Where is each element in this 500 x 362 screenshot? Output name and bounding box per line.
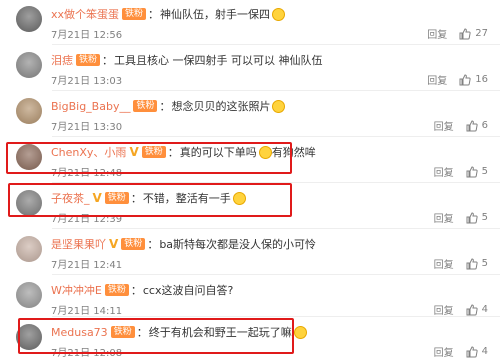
- comment-text: ba斯特每次都是没人保的小可怜: [159, 238, 317, 251]
- like-button[interactable]: 27: [459, 27, 488, 40]
- colon: ：: [147, 238, 159, 251]
- comment-line: W冲冲冲E 铁粉： ccx这波自问自答?: [51, 282, 233, 298]
- comment-line: xx做个笨蛋蛋 铁粉：神仙队伍，射手一保四: [51, 6, 286, 22]
- username[interactable]: BigBig_Baby__: [51, 100, 130, 113]
- comment-item: W冲冲冲E 铁粉： ccx这波自问自答? 7月21日 14:11 回复 4: [0, 274, 500, 320]
- comment-text: 神仙队伍，射手一保四: [160, 8, 271, 21]
- like-count: 5: [481, 258, 488, 269]
- comment-actions: 回复 27: [427, 26, 488, 41]
- comment-item: 是坚果果吖 V 铁粉： ba斯特每次都是没人保的小可怜 7月21日 12:41 回复 5: [0, 228, 500, 274]
- thumbs-up-icon: [466, 303, 478, 315]
- like-count: 4: [481, 304, 488, 315]
- colon: ：: [148, 8, 160, 21]
- like-button[interactable]: 6: [466, 119, 488, 132]
- avatar-image: [16, 98, 42, 124]
- like-button[interactable]: 5: [466, 165, 488, 178]
- reply-button[interactable]: 回复: [434, 118, 454, 133]
- verified-icon: V: [109, 237, 119, 251]
- highlight-box: [6, 142, 292, 174]
- reply-button[interactable]: 回复: [434, 302, 454, 317]
- like-button[interactable]: 4: [466, 345, 488, 358]
- thumbs-up-icon: [466, 345, 478, 357]
- like-count: 4: [481, 346, 488, 357]
- reply-button[interactable]: 回复: [434, 164, 454, 179]
- thumbs-up-icon: [459, 73, 471, 85]
- timestamp: 7月21日 12:56: [51, 30, 123, 41]
- divider: [52, 228, 500, 229]
- fan-badge: 铁粉: [122, 8, 147, 20]
- divider: [52, 44, 500, 45]
- comment-actions: 回复 5: [434, 164, 488, 179]
- colon: ：: [159, 100, 171, 113]
- comment-actions: 回复 6: [434, 118, 488, 133]
- timestamp: 7月21日 13:30: [51, 122, 123, 133]
- divider: [52, 316, 500, 317]
- username[interactable]: 是坚果果吖: [51, 236, 106, 252]
- comment-line: 泪痣 铁粉：工具且核心 一保四射手 可以可以 神仙队伍: [51, 52, 323, 68]
- timestamp: 7月21日 12:41: [51, 260, 123, 271]
- fan-badge: 铁粉: [133, 100, 158, 112]
- emoji-icon: [272, 99, 286, 113]
- reply-button[interactable]: 回复: [427, 72, 447, 87]
- comment-actions: 回复 4: [434, 344, 488, 359]
- reply-button[interactable]: 回复: [434, 210, 454, 225]
- fan-badge: 铁粉: [76, 54, 101, 66]
- avatar[interactable]: [16, 98, 42, 124]
- comment-actions: 回复 16: [427, 72, 488, 87]
- comment-text: ccx这波自问自答?: [142, 284, 234, 297]
- avatar[interactable]: [16, 52, 42, 78]
- username[interactable]: W冲冲冲E: [51, 282, 102, 298]
- comment-text: 想念贝贝的这张照片: [171, 100, 271, 113]
- comment-item: 泪痣 铁粉：工具且核心 一保四射手 可以可以 神仙队伍 7月21日 13:03 回复 1…: [0, 44, 500, 90]
- avatar[interactable]: [16, 282, 42, 308]
- comment-line: 是坚果果吖 V 铁粉： ba斯特每次都是没人保的小可怜: [51, 236, 316, 252]
- username[interactable]: xx做个笨蛋蛋: [51, 6, 119, 22]
- emoji-icon: [293, 325, 307, 339]
- thumbs-up-icon: [459, 27, 471, 39]
- comment-item: BigBig_Baby__ 铁粉：想念贝贝的这张照片 7月21日 13:30 回复 6: [0, 90, 500, 136]
- thumbs-up-icon: [466, 257, 478, 269]
- like-count: 16: [475, 74, 488, 85]
- like-button[interactable]: 5: [466, 257, 488, 270]
- thumbs-up-icon: [466, 119, 478, 131]
- highlight-box: [18, 318, 294, 354]
- reply-button[interactable]: 回复: [434, 256, 454, 271]
- colon: ：: [102, 54, 114, 67]
- avatar-image: [16, 52, 42, 78]
- divider: [52, 274, 500, 275]
- reply-button[interactable]: 回复: [427, 26, 447, 41]
- comment-item: xx做个笨蛋蛋 铁粉：神仙队伍，射手一保四 7月21日 12:56 回复 27: [0, 0, 500, 44]
- comment-actions: 回复 5: [434, 256, 488, 271]
- like-count: 5: [481, 212, 488, 223]
- divider: [52, 90, 500, 91]
- fan-badge: 铁粉: [104, 284, 129, 296]
- comment-actions: 回复 4: [434, 302, 488, 317]
- emoji-icon: [272, 7, 286, 21]
- avatar[interactable]: [16, 236, 42, 262]
- like-button[interactable]: 5: [466, 211, 488, 224]
- comment-text: 工具且核心 一保四射手 可以可以 神仙队伍: [114, 54, 323, 67]
- reply-button[interactable]: 回复: [434, 344, 454, 359]
- thumbs-up-icon: [466, 165, 478, 177]
- timestamp: 7月21日 13:03: [51, 76, 123, 87]
- like-button[interactable]: 16: [459, 73, 488, 86]
- avatar-image: [16, 282, 42, 308]
- avatar-image: [16, 236, 42, 262]
- timestamp: 7月21日 14:11: [51, 306, 123, 317]
- like-count: 5: [481, 166, 488, 177]
- fan-badge: 铁粉: [121, 238, 146, 250]
- comment-line: BigBig_Baby__ 铁粉：想念贝贝的这张照片: [51, 98, 286, 114]
- avatar[interactable]: [16, 6, 42, 32]
- like-button[interactable]: 4: [466, 303, 488, 316]
- like-count: 27: [475, 28, 488, 39]
- like-count: 6: [481, 120, 488, 131]
- thumbs-up-icon: [466, 211, 478, 223]
- comment-actions: 回复 5: [434, 210, 488, 225]
- divider: [52, 136, 500, 137]
- colon: ：: [130, 284, 142, 297]
- username[interactable]: 泪痣: [51, 52, 73, 68]
- avatar-image: [16, 6, 42, 32]
- highlight-box: [8, 183, 292, 217]
